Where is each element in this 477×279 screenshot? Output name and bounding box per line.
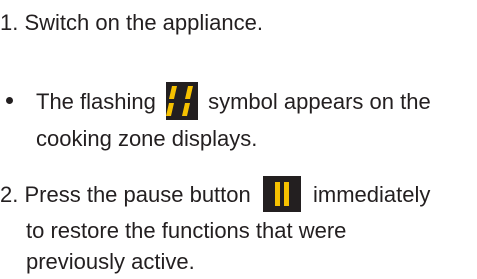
step-2-continuation-2: previously active. [26,249,195,274]
bullet-dot-icon [6,97,13,104]
step-1: 1. Switch on the appliance. [0,6,263,40]
instructions: 1. Switch on the appliance. The flashing… [0,0,477,274]
step-2: 2. Press the pause button immediately [0,176,431,214]
pause-icon [262,176,301,213]
display-segment-icon [165,82,198,120]
note-line-1: The flashing symbol appears on the [36,82,431,122]
step-2-line-2: to restore the functions that were [26,214,346,248]
note-text-before: The flashing [36,88,156,114]
note-line-2: cooking zone displays. [36,122,257,156]
step-2-number: 2. [0,182,19,207]
note-continuation: cooking zone displays. [36,126,258,151]
step-2-text-after: immediately [313,182,431,207]
step-1-number: 1. [0,10,19,35]
note-text-after: symbol appears on the [208,88,431,114]
step-2-continuation-1: to restore the functions that were [26,218,347,243]
step-1-text: Switch on the appliance. [24,10,263,35]
step-2-text-before: Press the pause button [24,182,251,207]
